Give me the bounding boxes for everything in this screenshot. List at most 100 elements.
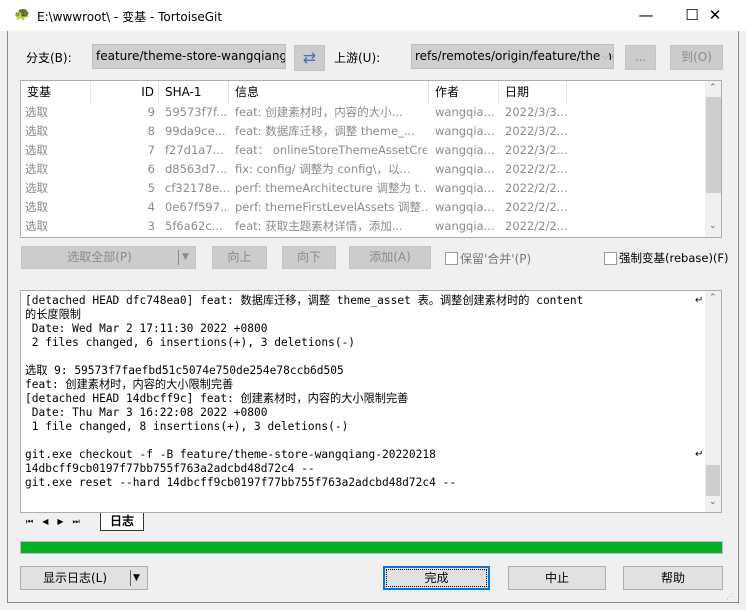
chevron-down-icon: ⌵ [601, 45, 609, 68]
dropdown-arrow-icon[interactable]: ▼ [182, 247, 189, 268]
log-output[interactable]: [detached HEAD dfc748ea0] feat: 数据库迁移，调整… [20, 290, 722, 513]
cell-date: 2022/2/2... [505, 162, 567, 176]
swap-button[interactable]: ⇄ [294, 45, 325, 71]
cell-action: 选取 [25, 162, 48, 176]
done-button[interactable]: 完成 [383, 566, 490, 590]
move-up-button[interactable]: 向上 [212, 246, 267, 269]
add-button[interactable]: 添加(A) [349, 246, 431, 269]
help-button[interactable]: 帮助 [623, 566, 723, 590]
cell-sha: 59573f7f... [165, 105, 228, 119]
cell-sha: f27d1a7... [165, 143, 224, 157]
cell-date: 2022/2/2... [505, 219, 567, 233]
scroll-up-icon[interactable]: ⌃ [709, 293, 717, 303]
pick-all-label: 选取全部(P) [67, 250, 132, 264]
dropdown-arrow-icon[interactable]: ▼ [133, 567, 140, 589]
scroll-down-icon[interactable]: ⌄ [709, 221, 717, 231]
swap-arrows-icon: ⇄ [302, 48, 317, 67]
cell-action: 选取 [25, 181, 48, 195]
col-author[interactable]: 作者 [429, 81, 499, 103]
window-title: E:\wwwroot\ - 变基 - TortoiseGit [37, 10, 223, 24]
cell-message: feat: 数据库迁移，调整 theme_... [235, 124, 415, 138]
cell-author: wangqia... [435, 162, 495, 176]
cell-date: 2022/3/3... [505, 105, 567, 119]
cell-message: feat： onlineStoreThemeAssetCre... [235, 143, 427, 157]
cell-id: 5 [147, 181, 155, 195]
scroll-down-icon[interactable]: ⌄ [709, 497, 717, 507]
cell-message: feat: 获取主题素材详情，添加... [235, 219, 403, 233]
cell-id: 3 [147, 219, 155, 233]
col-rebase[interactable]: 变基 [21, 81, 91, 103]
upstream-value: refs/remotes/origin/feature/theme [415, 49, 614, 63]
resize-grip-icon[interactable]: ⋰ [726, 592, 734, 601]
scroll-thumb[interactable] [706, 465, 720, 496]
upstream-label: 上游(U): [334, 51, 381, 65]
commit-row[interactable]: 选取 9 59573f7f... feat: 创建素材时，内容的大小... wangqi… [21, 103, 705, 122]
show-log-split-button[interactable]: 显示日志(L) ▼ [20, 566, 148, 590]
commit-row[interactable]: 选取 4 0e67f597... perf: themeFirstLevelAsset… [21, 198, 705, 217]
chevron-down-icon: ⌵ [273, 51, 281, 62]
move-down-button[interactable]: 向下 [282, 246, 336, 269]
cell-author: wangqia... [435, 181, 495, 195]
title-bar: 🐢 E:\wwwroot\ - 变基 - TortoiseGit — ☐ ✕ [0, 0, 746, 31]
cell-author: wangqia... [435, 124, 495, 138]
cell-author: wangqia... [435, 143, 495, 157]
cell-id: 7 [147, 143, 155, 157]
preserve-merges-checkbox[interactable] [445, 252, 458, 265]
commit-row[interactable]: 选取 7 f27d1a7... feat： onlineStoreThemeAsset… [21, 141, 705, 160]
cell-date: 2022/3/2... [505, 124, 567, 138]
cell-sha: cf32178e... [165, 181, 229, 195]
scroll-up-icon[interactable]: ⌃ [709, 83, 717, 93]
pick-all-split-button[interactable]: 选取全部(P) ▼ [21, 246, 196, 269]
cell-sha: 99da9ce... [165, 124, 226, 138]
upstream-combo[interactable]: refs/remotes/origin/feature/theme ⌵ [411, 44, 614, 69]
cell-action: 选取 [25, 200, 48, 214]
log-text: [detached HEAD dfc748ea0] feat: 数据库迁移，调整… [25, 294, 584, 489]
cell-message: perf: themeArchitecture 调整为 t... [235, 181, 427, 195]
col-id[interactable]: ID [91, 81, 159, 103]
tortoisegit-logo-icon: 🐢 [14, 7, 31, 22]
cell-message: perf: themeFirstLevelAssets 调整... [235, 200, 427, 214]
cell-author: wangqia... [435, 200, 495, 214]
scroll-thumb[interactable] [706, 97, 721, 193]
cell-sha: 5f6a62c... [165, 219, 223, 233]
branch-value: feature/theme-store-wangqiang [96, 49, 286, 63]
cell-id: 6 [147, 162, 155, 176]
commit-row[interactable]: 选取 5 cf32178e... perf: themeArchitecture 调整… [21, 179, 705, 198]
cell-id: 8 [147, 124, 155, 138]
cell-id: 9 [147, 105, 155, 119]
preserve-merges-label: 保留'合并'(P) [460, 252, 532, 266]
cell-date: 2022/2/2... [505, 200, 567, 214]
commit-row[interactable]: 选取 8 99da9ce... feat: 数据库迁移，调整 theme_... wan… [21, 122, 705, 141]
tab-log[interactable]: 日志 [100, 513, 144, 531]
show-log-label: 显示日志(L) [42, 571, 108, 585]
cell-action: 选取 [25, 105, 48, 119]
minimize-button[interactable]: — [623, 0, 669, 30]
cell-id: 4 [147, 200, 155, 214]
log-scrollbar[interactable]: ⌃ ⌄ [705, 291, 721, 512]
commit-row[interactable]: 选取 6 d8563d7... fix: config/ 调整为 config\，以.… [21, 160, 705, 179]
cell-sha: 0e67f597... [165, 200, 229, 214]
close-button[interactable]: ✕ [692, 0, 738, 30]
to-button[interactable]: 到(O) [670, 45, 723, 70]
col-date[interactable]: 日期 [499, 81, 567, 103]
abort-button[interactable]: 中止 [508, 566, 606, 590]
force-rebase-checkbox[interactable] [604, 252, 617, 265]
browse-button[interactable]: ... [625, 45, 656, 70]
commit-list[interactable]: 变基 ID SHA-1 信息 作者 日期 选取 9 59573f7f... feat:… [20, 80, 722, 238]
list-scrollbar[interactable]: ⌃ ⌄ [705, 81, 721, 237]
col-message[interactable]: 信息 [229, 81, 429, 103]
cell-author: wangqia... [435, 219, 495, 233]
col-sha[interactable]: SHA-1 [159, 81, 229, 103]
commit-row[interactable]: 选取 3 5f6a62c... feat: 获取主题素材详情，添加... wangqia… [21, 217, 705, 236]
progress-fill [21, 542, 722, 553]
force-rebase-label: 强制变基(rebase)(F) [619, 251, 729, 265]
cell-message: feat: 创建素材时，内容的大小... [235, 105, 403, 119]
cell-sha: d8563d7... [165, 162, 228, 176]
cell-action: 选取 [25, 124, 48, 138]
tab-nav-arrows[interactable]: ⏮◀▶⏭ [26, 517, 89, 527]
branch-label: 分支(B): [26, 51, 72, 65]
branch-combo[interactable]: feature/theme-store-wangqiang ⌵ [92, 44, 286, 69]
cell-author: wangqia... [435, 105, 495, 119]
wrap-icon: ↵ [695, 295, 704, 306]
cell-date: 2022/2/2... [505, 181, 567, 195]
